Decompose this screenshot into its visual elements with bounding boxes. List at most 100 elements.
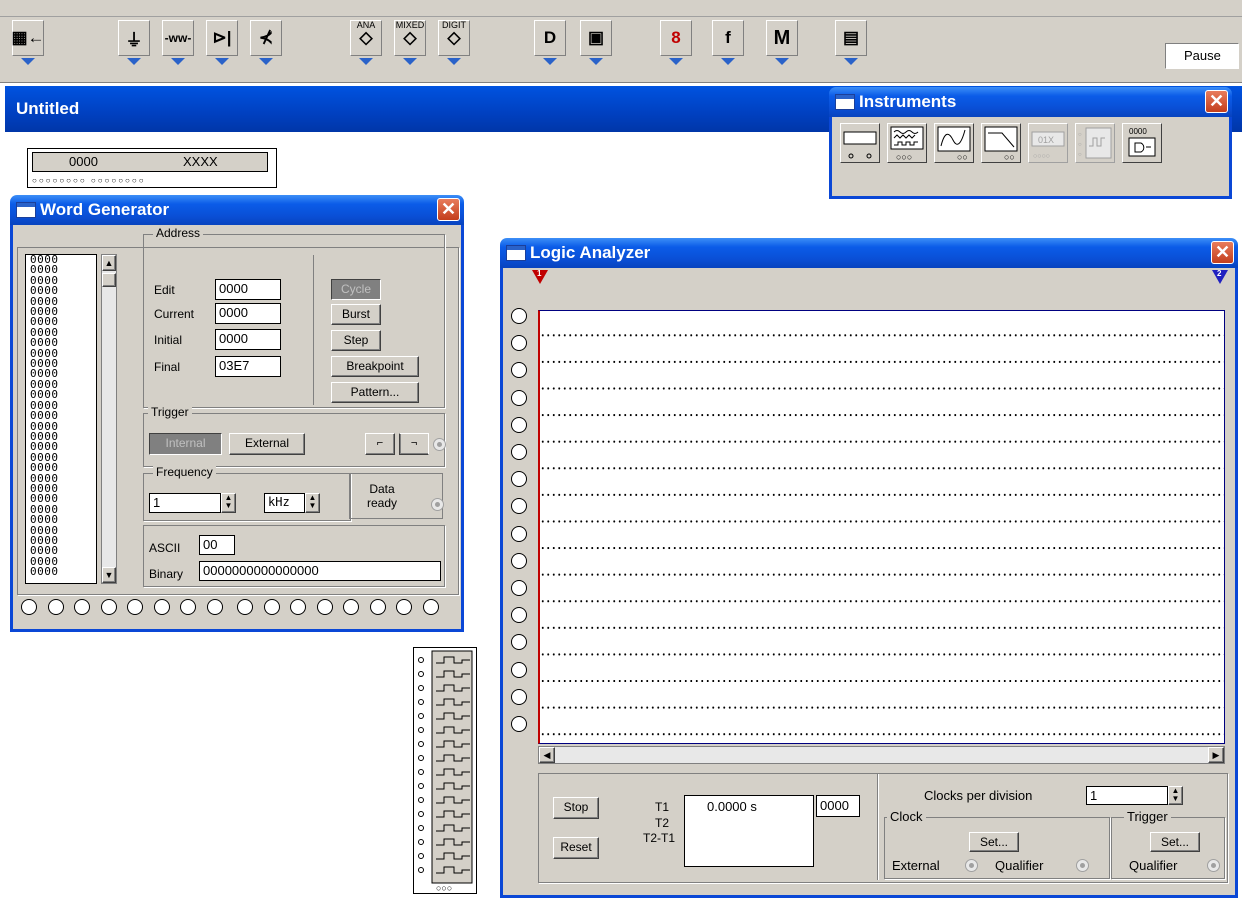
input-terminal[interactable]	[511, 444, 527, 460]
input-terminal[interactable]	[511, 498, 527, 515]
falling-edge-button[interactable]: ⌐	[399, 433, 429, 455]
input-terminal[interactable]	[511, 607, 527, 624]
bode-plotter-button[interactable]: ○○	[981, 123, 1021, 163]
trigger-radio[interactable]	[433, 438, 446, 451]
diodes-button[interactable]: ⊳|	[206, 20, 238, 65]
trigger-qualifier-radio[interactable]	[1207, 859, 1220, 872]
output-terminal[interactable]	[74, 599, 90, 615]
indicators-button[interactable]: 8	[660, 20, 692, 65]
logic-analyzer-close-button[interactable]: ✕	[1211, 241, 1234, 264]
word-generator-component[interactable]: 0000 XXXX ○○○○○○○○ ○○○○○○○○	[27, 148, 277, 188]
miscellaneous-button[interactable]: M	[766, 20, 798, 65]
pattern-button[interactable]: Pattern...	[331, 382, 419, 403]
controls-button[interactable]: f	[712, 20, 744, 65]
timing-scrollbar[interactable]: ◀ ▶	[538, 746, 1225, 764]
output-terminal[interactable]	[290, 599, 306, 615]
output-terminal[interactable]	[21, 599, 37, 615]
basic-button[interactable]: -ww-	[162, 20, 194, 65]
frequency-unit-field[interactable]: kHz	[264, 493, 305, 513]
logic-analyzer-button[interactable]: ○ ○ ○	[1075, 123, 1115, 163]
trigger-set-button[interactable]: Set...	[1150, 832, 1200, 852]
input-terminal[interactable]	[511, 525, 527, 542]
instruments-icon: ▤	[842, 28, 860, 47]
input-terminal[interactable]	[511, 634, 527, 651]
word-entry[interactable]: 0000	[26, 566, 96, 577]
parts-bin-button[interactable]: ▦←	[11, 20, 45, 65]
output-terminal[interactable]	[237, 599, 253, 615]
input-terminal[interactable]	[511, 661, 527, 678]
word-list-scrollbar[interactable]: ▲ ▼	[101, 254, 117, 584]
stop-button[interactable]: Stop	[553, 797, 599, 819]
output-terminal[interactable]	[153, 599, 170, 615]
output-terminal[interactable]	[396, 599, 412, 615]
input-terminal[interactable]	[511, 716, 527, 732]
logic-gates-button[interactable]: D	[534, 20, 566, 65]
clock-set-button[interactable]: Set...	[969, 832, 1019, 852]
frequency-field[interactable]: 1	[149, 493, 221, 513]
reset-button[interactable]: Reset	[553, 837, 599, 859]
output-terminal[interactable]	[422, 599, 439, 615]
output-terminal[interactable]	[316, 599, 333, 615]
clocks-per-division-field[interactable]: 1	[1086, 786, 1168, 805]
function-generator-button[interactable]: ○○○	[887, 123, 927, 163]
output-terminal[interactable]	[263, 599, 280, 615]
initial-field[interactable]: 0000	[215, 329, 281, 350]
logic-analyzer-component[interactable]: ○○○	[413, 647, 477, 894]
instruments-close-button[interactable]: ✕	[1205, 90, 1228, 113]
logic-converter-icon: 0000	[1128, 127, 1156, 157]
clock-qualifier-radio[interactable]	[1076, 859, 1089, 872]
scroll-up-button[interactable]: ▲	[102, 255, 116, 271]
input-terminal[interactable]	[511, 552, 527, 569]
input-terminal[interactable]	[511, 335, 527, 352]
transistors-button[interactable]: ⊀	[250, 20, 282, 65]
rising-edge-button[interactable]: ⌐	[365, 433, 395, 455]
scroll-right-button[interactable]: ▶	[1208, 747, 1224, 763]
scroll-left-button[interactable]: ◀	[539, 747, 555, 763]
breakpoint-button[interactable]: Breakpoint	[331, 356, 419, 377]
frequency-unit-spinner[interactable]: ▲ ▼	[305, 493, 320, 513]
multimeter-button[interactable]	[840, 123, 880, 163]
word-generator-titlebar: Word Generator ✕	[10, 195, 464, 225]
sources-button[interactable]: ⏚	[118, 20, 150, 65]
scroll-thumb[interactable]	[102, 273, 116, 287]
internal-trigger-button[interactable]: Internal	[149, 433, 222, 455]
ascii-field[interactable]: 00	[199, 535, 235, 555]
input-terminal[interactable]	[511, 362, 527, 379]
output-terminal[interactable]	[100, 599, 117, 615]
output-terminal[interactable]	[127, 599, 143, 615]
external-trigger-button[interactable]: External	[229, 433, 305, 455]
input-terminal[interactable]	[511, 389, 527, 406]
output-terminal[interactable]	[47, 599, 64, 615]
digital-button[interactable]: ▣	[580, 20, 612, 65]
scroll-down-button[interactable]: ▼	[102, 567, 116, 583]
output-terminal[interactable]	[343, 599, 359, 615]
analog-ics-button[interactable]: ANA ◇	[350, 20, 382, 65]
step-button[interactable]: Step	[331, 330, 381, 351]
input-terminal[interactable]	[511, 416, 527, 433]
input-terminal[interactable]	[511, 471, 527, 488]
word-generator-button[interactable]: 01X ○○○○	[1028, 123, 1068, 163]
pause-button[interactable]: Pause	[1165, 43, 1239, 69]
mixed-ics-button[interactable]: MIXED ◇	[394, 20, 426, 65]
clock-external-radio[interactable]	[965, 859, 978, 872]
word-generator-close-button[interactable]: ✕	[437, 198, 460, 221]
edit-field[interactable]: 0000	[215, 279, 281, 300]
oscilloscope-button[interactable]: ○○	[934, 123, 974, 163]
digital-ics-button[interactable]: DIGIT ◇	[438, 20, 470, 65]
binary-field[interactable]: 0000000000000000	[199, 561, 441, 581]
input-terminal[interactable]	[511, 308, 527, 324]
input-terminal[interactable]	[511, 580, 527, 596]
output-terminal[interactable]	[180, 599, 196, 615]
output-terminal[interactable]	[369, 599, 386, 615]
frequency-spinner[interactable]: ▲ ▼	[221, 493, 236, 513]
current-field[interactable]: 0000	[215, 303, 281, 324]
final-field[interactable]: 03E7	[215, 356, 281, 377]
clocks-per-division-spinner[interactable]: ▲ ▼	[1168, 786, 1183, 805]
burst-button[interactable]: Burst	[331, 304, 381, 325]
instruments-button[interactable]: ▤	[835, 20, 867, 65]
logic-converter-button[interactable]: 0000	[1122, 123, 1162, 163]
output-terminal[interactable]	[206, 599, 223, 615]
input-terminal[interactable]	[511, 688, 527, 705]
word-list[interactable]: 0000 0000 0000 0000 0000 0000 0000 0000 0000 0000…	[25, 254, 97, 584]
cycle-button[interactable]: Cycle	[331, 279, 381, 300]
